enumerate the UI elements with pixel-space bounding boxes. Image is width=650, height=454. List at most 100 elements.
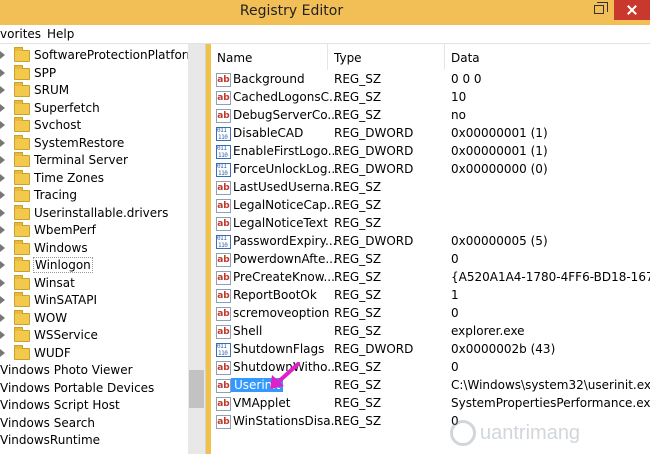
value-row[interactable]: ab VMApplet REG_SZ SystemPropertiesPerforma… xyxy=(211,395,650,413)
tree-scrollbar[interactable] xyxy=(188,44,205,454)
tree-item[interactable]: WinSATAPI xyxy=(0,292,190,309)
expand-arrow-icon[interactable] xyxy=(0,208,5,217)
watermark-logo-icon xyxy=(450,420,476,446)
expand-arrow-icon[interactable] xyxy=(0,68,5,77)
menu-bar: vorites Help xyxy=(0,25,650,44)
tree-item[interactable]: Userinstallable.drivers xyxy=(0,204,190,222)
folder-icon xyxy=(14,309,30,325)
value-row[interactable]: DisableCAD REG_DWORD 0x00000001 (1) xyxy=(211,125,650,143)
value-row[interactable]: ab scremoveoption REG_SZ 0 xyxy=(211,305,650,323)
value-row[interactable]: EnableFirstLogo...REG_DWORD 0x00000001 (1… xyxy=(211,143,650,161)
expand-arrow-icon[interactable] xyxy=(0,313,5,322)
binary-value-icon xyxy=(216,163,231,177)
value-row[interactable]: ab Background REG_SZ 0 0 0 xyxy=(211,71,650,89)
tree-scrollbar-thumb[interactable] xyxy=(189,370,204,408)
string-value-icon: ab xyxy=(216,199,231,213)
expand-arrow-icon[interactable] xyxy=(0,296,5,304)
expand-arrow-icon[interactable] xyxy=(0,226,5,234)
column-header-name[interactable]: Name xyxy=(211,44,328,70)
tree-item[interactable]: SRUM xyxy=(0,82,190,99)
folder-icon xyxy=(14,64,30,80)
column-header-type[interactable]: Type xyxy=(328,44,445,70)
tree-item-label: Svchost xyxy=(34,118,82,132)
value-data: 0 xyxy=(451,306,459,320)
expand-arrow-icon[interactable] xyxy=(0,191,5,199)
value-data: C:\Windows\system32\userinit.exe xyxy=(451,378,650,392)
tree-item[interactable]: SoftwareProtectionPlatform xyxy=(0,47,198,64)
string-value-icon: ab xyxy=(216,109,231,123)
tree-item[interactable]: Winlogon xyxy=(0,257,190,274)
value-name: PreCreateKnow... xyxy=(233,270,335,284)
expand-arrow-icon[interactable] xyxy=(0,103,5,112)
tree-item[interactable]: WSService xyxy=(0,327,190,344)
tree-item[interactable]: WbemPerf xyxy=(0,222,190,239)
value-name: DebugServerCo... xyxy=(233,108,339,122)
tree-item[interactable]: Vindows Search xyxy=(0,415,190,432)
expand-arrow-icon[interactable] xyxy=(0,278,5,287)
registry-tree[interactable]: SoftwareProtectionPlatform SPP SRUM Superfe… xyxy=(0,44,206,454)
tree-item[interactable]: Superfetch xyxy=(0,99,190,117)
value-name: Background xyxy=(233,72,305,86)
value-row[interactable]: ForceUnlockLog...REG_DWORD 0x00000000 (0) xyxy=(211,161,650,179)
tree-item[interactable]: Windows xyxy=(0,239,190,257)
tree-item[interactable]: Winsat xyxy=(0,274,190,292)
tree-item-label: Vindows Script Host xyxy=(0,398,120,412)
value-row[interactable]: ab Shell REG_SZ explorer.exe xyxy=(211,323,650,341)
string-value-icon: ab xyxy=(216,325,231,339)
value-data: 0 xyxy=(451,360,459,374)
value-row[interactable]: PasswordExpiry...REG_DWORD 0x00000005 (5) xyxy=(211,233,650,251)
tree-item[interactable]: Terminal Server xyxy=(0,152,190,169)
tree-item[interactable]: Vindows Photo Viewer xyxy=(0,362,190,379)
string-value-icon: ab xyxy=(216,91,231,105)
value-name: PowerdownAfte... xyxy=(233,252,337,266)
value-type: REG_SZ xyxy=(334,288,382,302)
expand-arrow-icon[interactable] xyxy=(0,138,5,147)
tree-item[interactable]: SPP xyxy=(0,64,190,82)
tree-item[interactable]: Time Zones xyxy=(0,169,190,187)
value-type: REG_SZ xyxy=(334,414,382,428)
tree-item[interactable]: Vindows Script Host xyxy=(0,397,190,414)
expand-arrow-icon[interactable] xyxy=(0,51,5,59)
expand-arrow-icon[interactable] xyxy=(0,86,5,94)
tree-item-label: WUDF xyxy=(34,345,71,360)
folder-icon xyxy=(14,169,30,185)
tree-item[interactable]: Vindows Portable Devices xyxy=(0,380,190,397)
value-row[interactable]: ab DebugServerCo... REG_SZ no xyxy=(211,107,650,125)
tree-item[interactable]: VindowsRuntime xyxy=(0,432,190,449)
tree-item[interactable]: Tracing xyxy=(0,187,190,204)
value-name: scremoveoption xyxy=(233,306,330,320)
value-row[interactable]: ab ReportBootOk REG_SZ 1 xyxy=(211,287,650,305)
tree-item[interactable]: Svchost xyxy=(0,117,190,134)
expand-arrow-icon[interactable] xyxy=(0,348,5,357)
menu-help[interactable]: Help xyxy=(47,27,74,41)
value-row[interactable]: ShutdownFlags REG_DWORD 0x0000002b (43) xyxy=(211,341,650,359)
tree-item[interactable]: WOW xyxy=(0,309,190,327)
tree-item-label: SPP xyxy=(34,65,57,80)
value-row[interactable]: ab PowerdownAfte... REG_SZ 0 xyxy=(211,251,650,269)
folder-icon xyxy=(14,327,30,342)
expand-arrow-icon[interactable] xyxy=(0,331,5,339)
expand-arrow-icon[interactable] xyxy=(0,156,5,164)
tree-item[interactable]: SystemRestore xyxy=(0,134,190,152)
value-row[interactable]: ab LegalNoticeCap... REG_SZ xyxy=(211,197,650,215)
expand-arrow-icon[interactable] xyxy=(0,173,5,182)
tree-item[interactable]: WUDF xyxy=(0,344,190,362)
menu-favorites[interactable]: vorites xyxy=(0,27,41,41)
close-button[interactable] xyxy=(614,0,650,20)
folder-icon xyxy=(14,292,30,307)
column-header-data[interactable]: Data xyxy=(445,44,650,70)
value-row[interactable]: ab LastUsedUserna... REG_SZ xyxy=(211,179,650,197)
value-row[interactable]: ab LegalNoticeText REG_SZ xyxy=(211,215,650,233)
expand-arrow-icon[interactable] xyxy=(0,243,5,252)
restore-button[interactable] xyxy=(594,2,608,14)
value-row[interactable]: ab PreCreateKnow... REG_SZ {A520A1A4-1780-4… xyxy=(211,269,650,287)
value-row[interactable]: ab CachedLogonsC... REG_SZ 10 xyxy=(211,89,650,107)
expand-arrow-icon[interactable] xyxy=(0,261,5,269)
value-type: REG_SZ xyxy=(334,378,382,392)
expand-arrow-icon[interactable] xyxy=(0,121,5,129)
value-type: REG_SZ xyxy=(334,324,382,338)
value-data: explorer.exe xyxy=(451,324,525,338)
value-name: LegalNoticeCap... xyxy=(233,198,339,212)
folder-icon xyxy=(14,82,30,97)
value-data: no xyxy=(451,108,466,122)
